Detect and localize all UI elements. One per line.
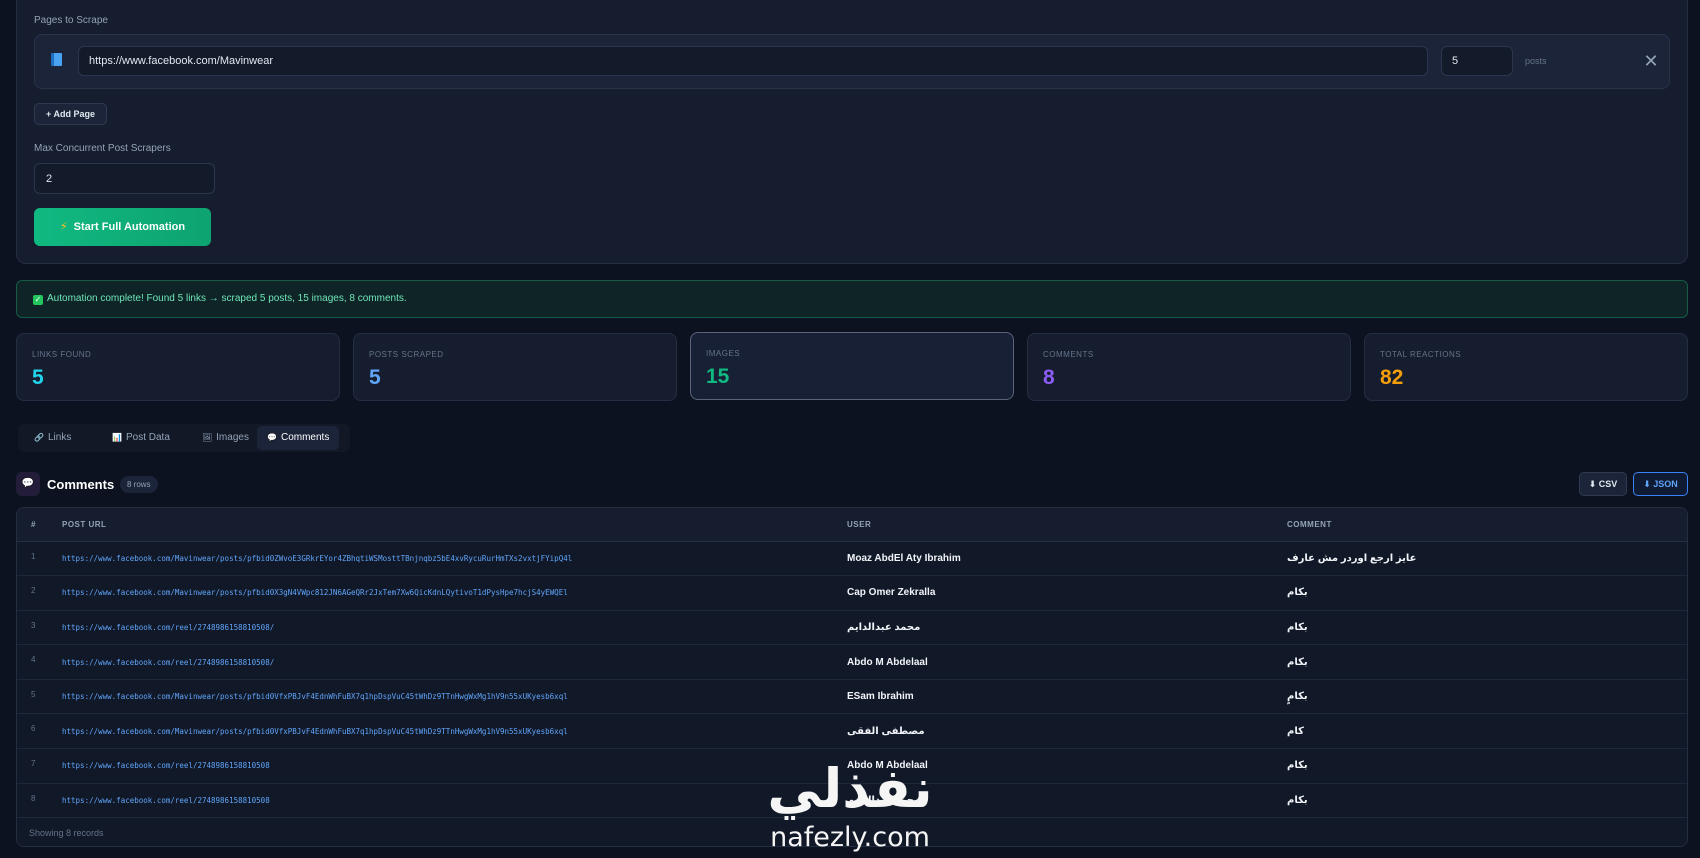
concurrency-label: Max Concurrent Post Scrapers [34,143,171,154]
tab-comments[interactable]: 💬 Comments [257,426,340,450]
table-row: 4 https://www.facebook.com/reel/27489861… [17,644,1687,680]
page-row: posts ✕ [34,34,1670,89]
stat-posts-scraped: POSTS SCRAPED 5 [353,333,677,401]
user-name: Moaz AbdEl Aty Ibrahim [847,541,1287,577]
stat-label: TOTAL REACTIONS [1380,350,1462,359]
stat-label: IMAGES [706,349,741,358]
table-row: 5 https://www.facebook.com/Mavinwear/pos… [17,679,1687,715]
post-url-link[interactable]: https://www.facebook.com/Mavinwear/posts… [62,575,847,611]
row-index: 5 [17,679,62,715]
post-url-link[interactable]: https://www.facebook.com/reel/2748986158… [62,644,847,680]
comment-text: بكام [1287,748,1687,784]
posts-suffix: posts [1525,56,1547,66]
page-url-input[interactable] [78,46,1428,76]
stat-label: LINKS FOUND [32,350,92,359]
watermark-logo: نفذلي nafezly.com [740,757,960,854]
start-label: Start Full Automation [73,221,186,233]
alert-text: Automation complete! Found 5 links → scr… [47,293,407,304]
add-page-button[interactable]: + Add Page [34,103,107,125]
comment-text: بكام [1287,610,1687,646]
concurrency-input[interactable] [34,163,215,194]
check-icon: ✓ [33,295,43,305]
section-title: Comments [47,477,115,492]
user-name: محمد عبدالدايم [847,610,1287,646]
tab-label: Comments [280,432,330,443]
post-url-link[interactable]: https://www.facebook.com/reel/2748986158… [62,748,847,784]
tab-label: Images [216,432,249,443]
speech-bubble-icon: 💬 [267,433,277,442]
bar-chart-icon: 📊 [112,433,122,442]
stat-value: 5 [369,366,381,389]
stat-images: IMAGES 15 [690,332,1014,400]
user-name: مصطفى الفقى [847,713,1287,750]
row-index: 4 [17,644,62,680]
row-index: 3 [17,610,62,646]
row-index: 6 [17,713,62,750]
row-index: 1 [17,541,62,577]
comment-text: كام [1287,713,1687,750]
stat-comments: COMMENTS 8 [1027,333,1351,401]
table-row: 3 https://www.facebook.com/reel/27489861… [17,610,1687,646]
post-url-link[interactable]: https://www.facebook.com/Mavinwear/posts… [62,541,847,577]
speech-bubble-icon: 💬 [16,472,40,496]
comment-text: بكام [1287,644,1687,680]
user-name: Abdo M Abdelaal [847,644,1287,680]
user-name: Cap Omer Zekralla [847,575,1287,611]
post-url-link[interactable]: https://www.facebook.com/reel/2748986158… [62,783,847,819]
tab-label: Post Data [125,432,170,443]
stat-total-reactions: TOTAL REACTIONS 82 [1364,333,1688,401]
rows-badge: 8 rows [120,476,158,493]
watermark-latin: nafezly.com [770,822,930,853]
stat-label: COMMENTS [1043,350,1094,359]
table-row: 6 https://www.facebook.com/Mavinwear/pos… [17,713,1687,750]
lightning-icon: ⚡ [59,221,68,233]
stat-value: 5 [32,366,44,389]
pages-label: Pages to Scrape [34,15,108,26]
comment-text: بكام [1287,575,1687,611]
result-tabs: 🔗 Links 📊 Post Data 🖼 Images 💬 Comments [18,424,350,452]
stat-label: POSTS SCRAPED [369,350,444,359]
comment-text: بكامٍ [1287,679,1687,715]
image-icon: 🖼 [202,433,213,442]
book-icon [51,53,62,66]
tab-links[interactable]: 🔗 Links [24,426,81,450]
comment-text: بكام [1287,783,1687,819]
row-index: 8 [17,783,62,819]
row-index: 7 [17,748,62,784]
post-url-link[interactable]: https://www.facebook.com/reel/2748986158… [62,610,847,646]
tab-label: Links [47,432,72,443]
stat-value: 8 [1043,366,1055,389]
tab-images[interactable]: 🖼 Images [192,426,259,450]
comment-text: عايز ارجع اوردر مش عارف [1287,541,1687,577]
stat-links-found: LINKS FOUND 5 [16,333,340,401]
download-json-button[interactable]: ⬇ JSON [1633,472,1688,496]
column-header: USER [847,508,1287,542]
column-header: COMMENT [1287,508,1687,542]
user-name: ESam Ibrahim [847,679,1287,715]
link-icon: 🔗 [34,433,44,442]
posts-count-input[interactable] [1441,46,1513,76]
success-alert: ✓ Automation complete! Found 5 links → sc… [16,280,1688,318]
column-header: # [17,508,62,542]
table-row: 2 https://www.facebook.com/Mavinwear/pos… [17,575,1687,611]
column-header: POST URL [62,508,847,542]
watermark-arabic: نفذلي [767,757,933,820]
table-header-row: # POST URL USER COMMENT [17,508,1687,542]
post-url-link[interactable]: https://www.facebook.com/Mavinwear/posts… [62,679,847,715]
stat-value: 82 [1380,366,1404,389]
post-url-link[interactable]: https://www.facebook.com/Mavinwear/posts… [62,713,847,750]
download-csv-button[interactable]: ⬇ CSV [1579,472,1627,496]
row-index: 2 [17,575,62,611]
table-row: 1 https://www.facebook.com/Mavinwear/pos… [17,541,1687,577]
stat-value: 15 [706,365,730,388]
start-automation-button[interactable]: ⚡ Start Full Automation [34,208,211,246]
tab-post-data[interactable]: 📊 Post Data [102,426,180,450]
close-icon[interactable]: ✕ [1639,49,1663,73]
